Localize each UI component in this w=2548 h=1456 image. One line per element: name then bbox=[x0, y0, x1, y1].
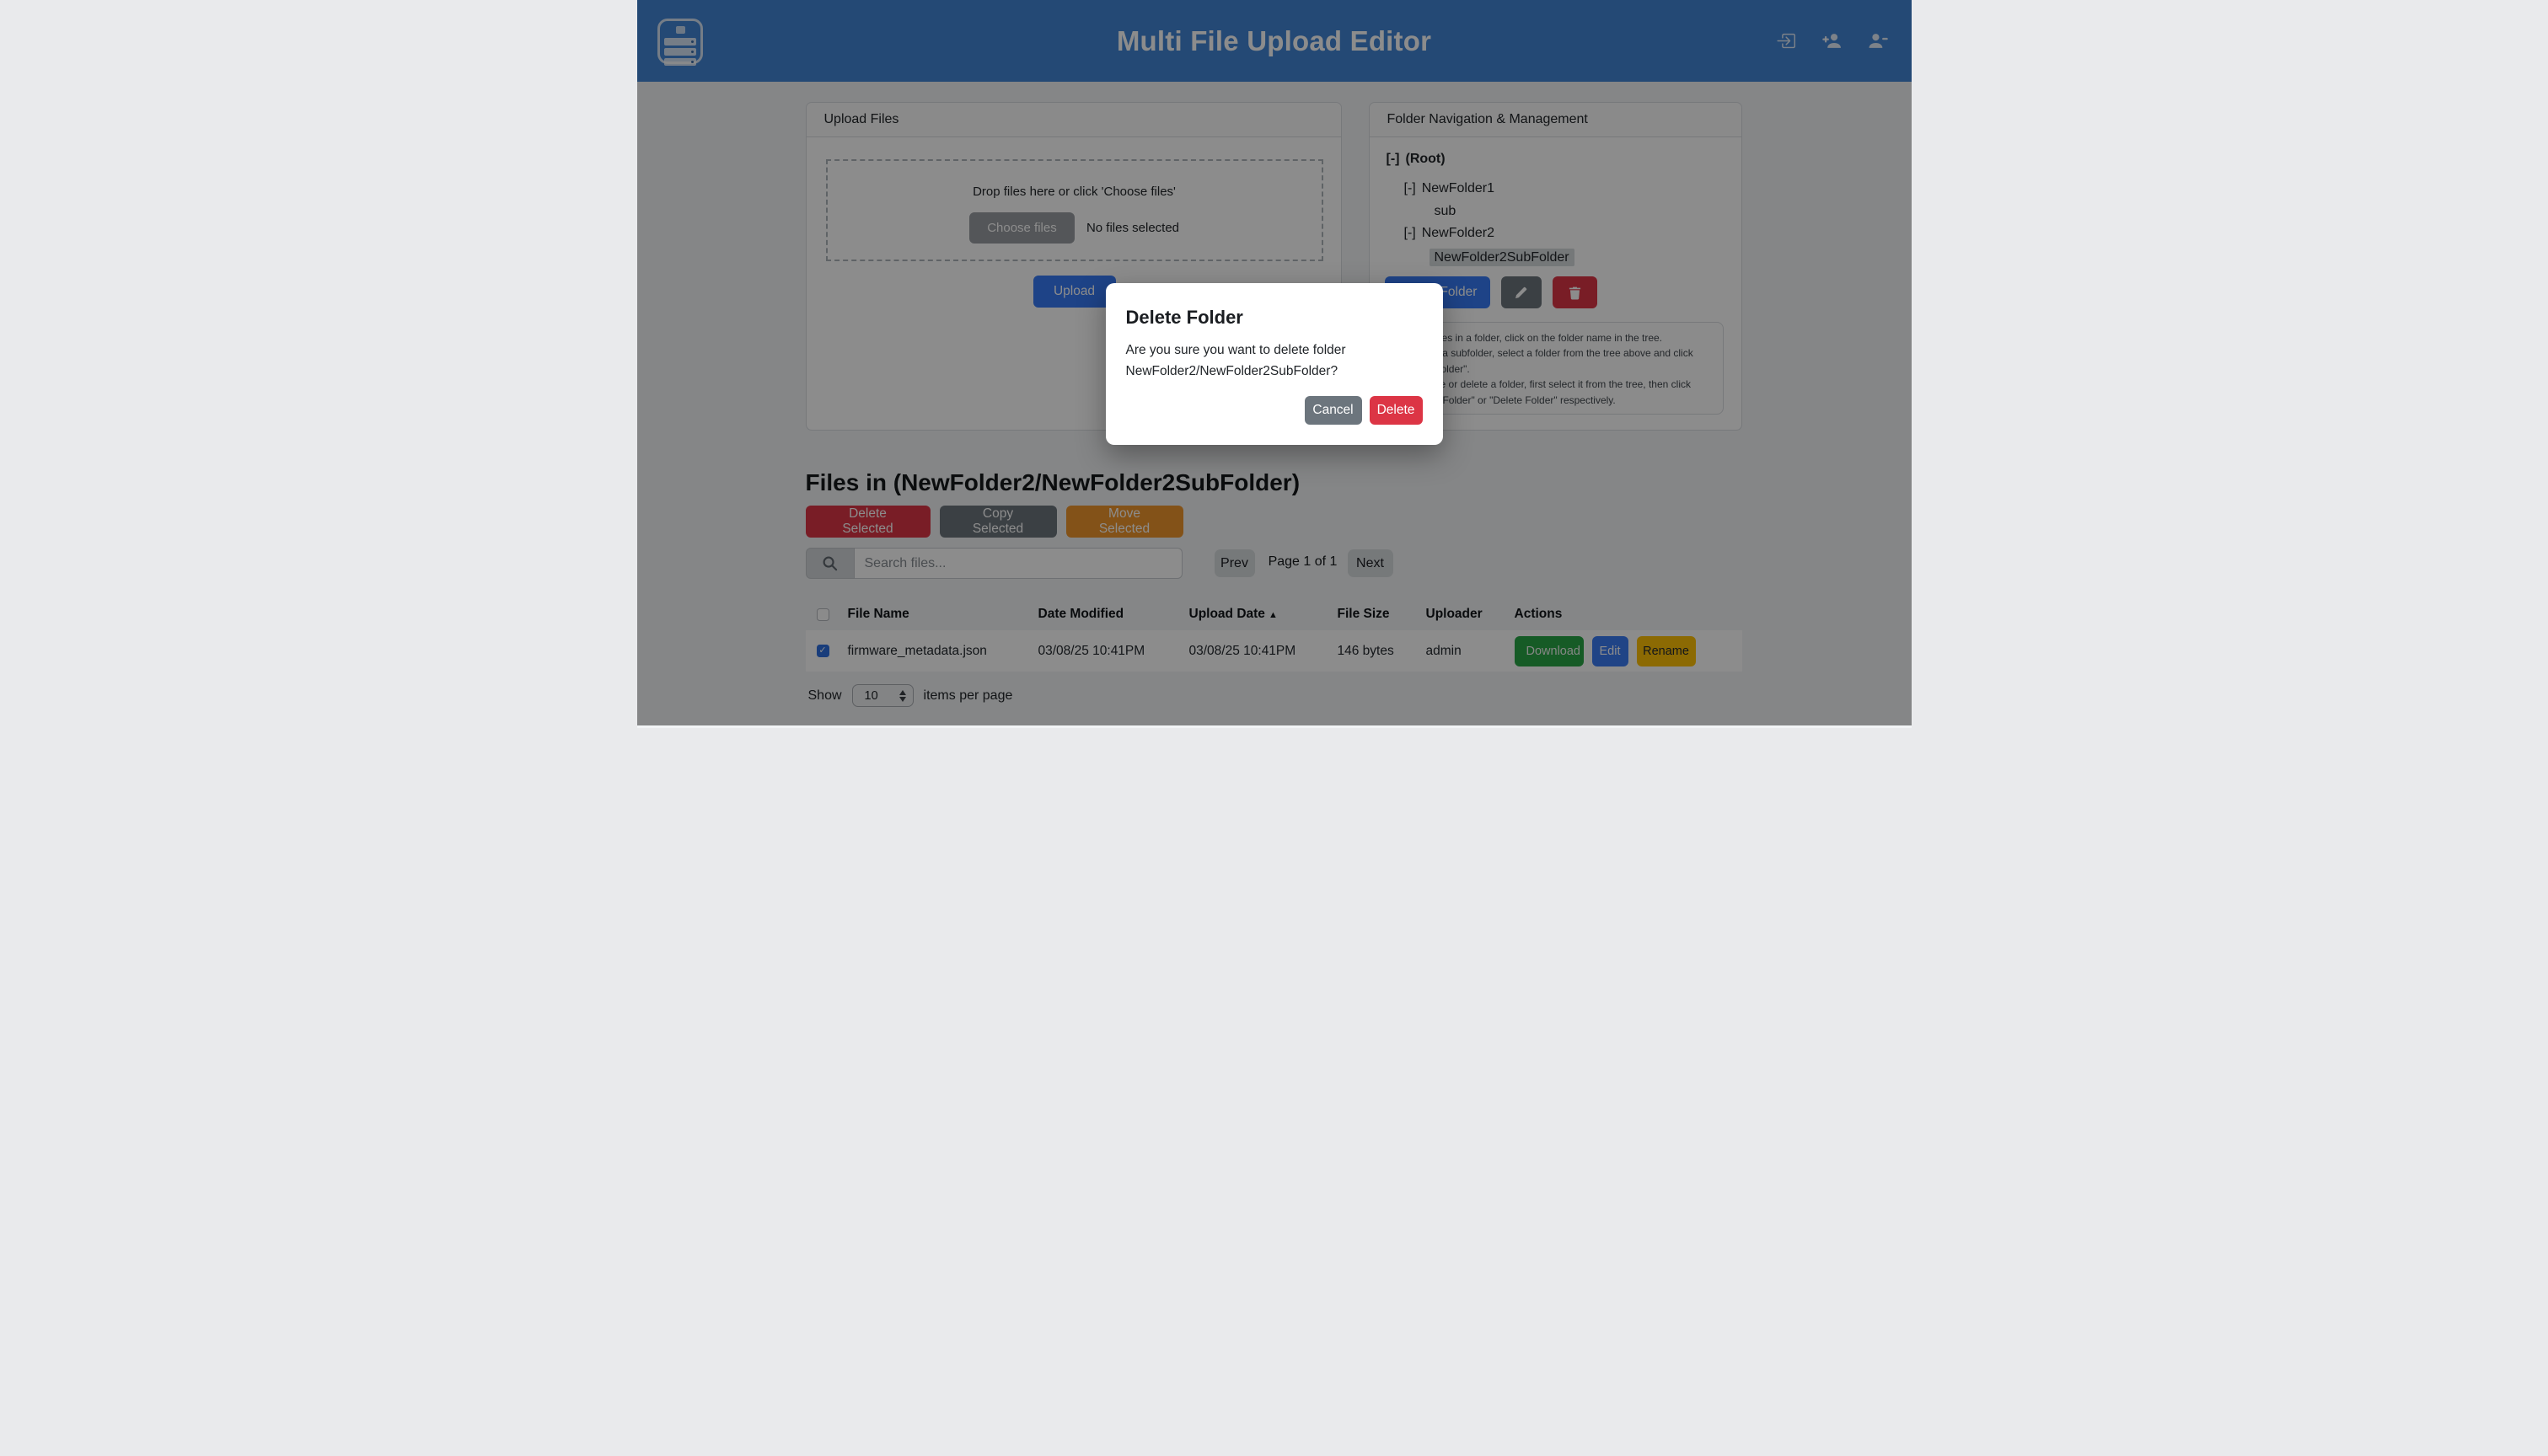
delete-folder-modal: Delete Folder Are you sure you want to d… bbox=[1106, 283, 1443, 445]
app-page: Multi File Upload Editor Upload Files Dr… bbox=[637, 0, 1912, 728]
modal-title: Delete Folder bbox=[1126, 307, 1423, 329]
cancel-button[interactable]: Cancel bbox=[1305, 396, 1362, 425]
modal-buttons: Cancel Delete bbox=[1305, 396, 1423, 425]
modal-message: Are you sure you want to delete folder N… bbox=[1126, 340, 1397, 382]
delete-button[interactable]: Delete bbox=[1370, 396, 1423, 425]
